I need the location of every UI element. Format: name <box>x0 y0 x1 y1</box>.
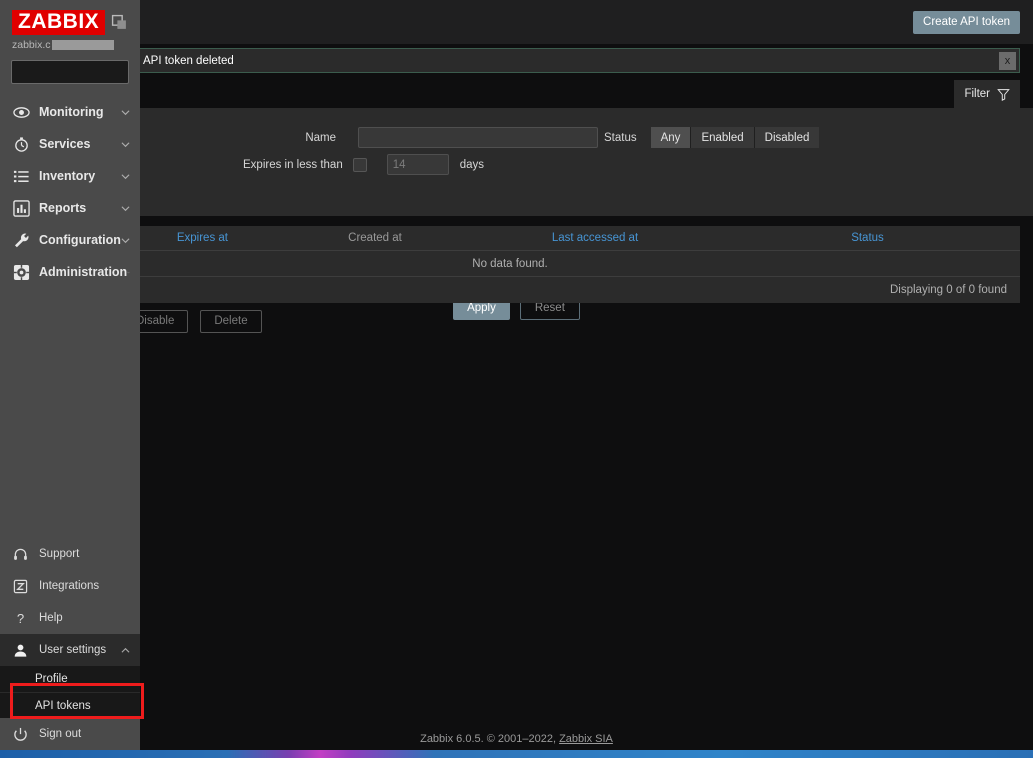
close-message-icon[interactable]: x <box>999 52 1016 70</box>
status-option-disabled[interactable]: Disabled <box>754 127 820 148</box>
sidebar-top: ZABBIX zabbix.c Monitoring Services Inve… <box>0 0 159 288</box>
collapse-sidebar-icon[interactable] <box>111 14 128 31</box>
filter-name-row: Name <box>296 127 598 148</box>
page-header: Create API token <box>0 0 1033 44</box>
sidebar-item-profile[interactable]: Profile <box>0 666 140 692</box>
sidebar-search-wrap <box>0 51 159 94</box>
power-icon <box>14 727 27 741</box>
sidebar-item-sign-out[interactable]: Sign out <box>0 718 140 750</box>
eye-icon <box>13 106 30 118</box>
expires-days-input[interactable] <box>386 154 449 175</box>
user-settings-submenu: Profile API tokens <box>0 666 140 718</box>
filter-status-row: Status Any Enabled Disabled <box>604 127 820 148</box>
chevron-down-icon <box>121 109 130 115</box>
status-option-enabled[interactable]: Enabled <box>691 127 755 148</box>
sidebar-item-administration[interactable]: Administration <box>0 256 140 288</box>
gear-icon <box>13 264 30 280</box>
question-icon: ? <box>17 611 24 626</box>
search-box[interactable] <box>11 60 159 85</box>
host-prefix: zabbix.c <box>12 39 51 52</box>
zabbix-logo[interactable]: ZABBIX <box>12 10 106 36</box>
chevron-down-icon <box>121 141 130 147</box>
expires-checkbox[interactable] <box>352 157 367 172</box>
search-input[interactable] <box>17 66 159 79</box>
main-content: Create API token API token deleted x Fil… <box>0 0 1033 750</box>
sidebar-item-label: Reports <box>39 201 87 216</box>
user-icon <box>14 644 27 657</box>
sidebar-item-configuration[interactable]: Configuration <box>0 224 140 256</box>
sidebar-item-user-settings[interactable]: User settings <box>0 634 140 666</box>
sidebar-item-label: Administration <box>39 265 128 280</box>
api-tokens-table: Expires at Created at Last accessed at S… <box>0 226 1020 303</box>
tab-filter[interactable]: Filter <box>954 80 1020 108</box>
filter-expires-row: Expires in less than days <box>243 154 484 175</box>
zabbix-api-tokens-page: Create API token API token deleted x Fil… <box>0 0 1033 758</box>
table-empty-message: No data found. <box>0 251 1020 277</box>
headset-icon <box>14 548 27 560</box>
column-header-created-at: Created at <box>348 232 402 244</box>
sidebar-bottom: Support Integrations ? Help User setting… <box>0 538 140 750</box>
sidebar-item-label: Services <box>39 137 91 152</box>
filter-tab-label: Filter <box>964 88 990 100</box>
sidebar-item-label: User settings <box>39 644 107 656</box>
table-action-buttons: Disable Delete <box>0 310 1033 333</box>
status-segmented-control[interactable]: Any Enabled Disabled <box>650 127 820 148</box>
host-redacted-block <box>51 40 114 51</box>
chevron-down-icon <box>121 173 130 179</box>
svg-text:?: ? <box>17 611 24 626</box>
table-footer-count: Displaying 0 of 0 found <box>890 284 1007 296</box>
sidebar-nav: Monitoring Services Inventory Reports Co… <box>0 94 140 288</box>
footer-link-zabbix-sia[interactable]: Zabbix SIA <box>559 733 613 745</box>
sidebar: ZABBIX zabbix.c Monitoring Services Inve… <box>0 0 159 750</box>
chevron-down-icon <box>127 271 130 273</box>
expires-label: Expires in less than <box>243 158 343 171</box>
column-header-status[interactable]: Status <box>715 232 1020 244</box>
sidebar-item-services[interactable]: Services <box>0 128 140 160</box>
bar-chart-icon <box>13 199 30 217</box>
sidebar-item-reports[interactable]: Reports <box>0 192 140 224</box>
sidebar-item-label: Inventory <box>39 169 96 184</box>
sidebar-item-support[interactable]: Support <box>0 538 140 570</box>
sidebar-item-label: Sign out <box>39 728 82 740</box>
delete-button[interactable]: Delete <box>200 310 262 333</box>
create-api-token-button[interactable]: Create API token <box>913 11 1020 34</box>
days-label: days <box>459 158 485 171</box>
status-option-any[interactable]: Any <box>650 127 692 148</box>
sidebar-item-label: Support <box>39 548 80 560</box>
table-header-row: Expires at Created at Last accessed at S… <box>0 226 1020 251</box>
status-label: Status <box>604 131 637 144</box>
sidebar-item-label: Help <box>39 612 63 624</box>
chevron-up-icon <box>121 647 130 653</box>
column-header-last-accessed-at[interactable]: Last accessed at <box>475 232 715 244</box>
desktop-bottom-strip <box>0 750 1033 758</box>
stopwatch-icon <box>15 136 28 152</box>
name-input[interactable] <box>358 127 598 148</box>
sidebar-item-help[interactable]: ? Help <box>0 602 140 634</box>
sidebar-item-integrations[interactable]: Integrations <box>0 570 140 602</box>
sidebar-item-label: Configuration <box>39 233 121 248</box>
funnel-icon <box>997 88 1010 101</box>
sidebar-logo-row: ZABBIX <box>0 0 140 37</box>
sidebar-item-label: Monitoring <box>39 105 104 120</box>
filter-panel: Name Status Any Enabled Disabled Expires… <box>0 108 1033 320</box>
chevron-down-icon <box>121 237 130 243</box>
sidebar-item-api-tokens[interactable]: API tokens <box>0 692 140 718</box>
list-icon <box>13 170 29 182</box>
name-label: Name <box>305 131 336 144</box>
sidebar-item-inventory[interactable]: Inventory <box>0 160 140 192</box>
sidebar-host: zabbix.c <box>0 37 140 51</box>
filter-tabstrip: Filter <box>0 80 1033 108</box>
page-footer: Zabbix 6.0.5. © 2001–2022, Zabbix SIA <box>0 733 1033 745</box>
chevron-down-icon <box>121 205 130 211</box>
z-badge-icon <box>13 579 28 593</box>
footer-text: Zabbix 6.0.5. © 2001–2022, <box>420 733 560 745</box>
sidebar-item-monitoring[interactable]: Monitoring <box>0 96 140 128</box>
sidebar-item-label: Integrations <box>39 580 100 592</box>
wrench-icon <box>14 233 29 247</box>
